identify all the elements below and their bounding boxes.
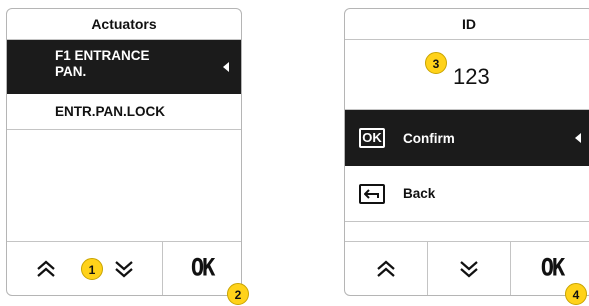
scroll-up-button[interactable] — [345, 242, 427, 295]
ok-button-label: OK — [540, 254, 565, 283]
id-value[interactable]: 123 — [453, 64, 490, 90]
callout-badge: 1 — [81, 258, 103, 280]
back-arrow-icon — [359, 183, 385, 204]
chevron-double-down-icon — [460, 260, 478, 277]
scroll-down-button[interactable] — [427, 242, 510, 295]
footer-toolbar: OK — [345, 241, 589, 295]
chevron-double-up-icon — [37, 260, 55, 277]
callout-badge: 3 — [425, 52, 447, 74]
scroll-up-button[interactable] — [7, 242, 85, 295]
list-item-label: F1 ENTRANCE PAN. — [55, 48, 150, 79]
screen-title: ID — [345, 9, 589, 40]
list-item-f1-entrance-pan[interactable]: F1 ENTRANCE PAN. — [7, 40, 241, 94]
chevron-double-down-icon — [114, 260, 133, 277]
confirm-label: Confirm — [403, 130, 455, 146]
ok-box-icon: OK — [359, 128, 385, 148]
callout-badge: 2 — [227, 283, 249, 305]
back-label: Back — [403, 186, 436, 201]
screen-title: Actuators — [7, 9, 241, 40]
id-value-area: 123 — [345, 40, 589, 110]
caret-left-icon — [223, 62, 229, 72]
list-item-label: ENTR.PAN.LOCK — [55, 104, 165, 119]
list-item-entr-pan-lock[interactable]: ENTR.PAN.LOCK — [7, 94, 241, 130]
footer-toolbar: OK — [7, 241, 241, 295]
id-screen: ID 123 OK Confirm Back OK — [344, 8, 589, 296]
confirm-button[interactable]: OK Confirm — [345, 110, 589, 166]
callout-badge: 4 — [565, 283, 587, 305]
ok-button-label: OK — [190, 254, 215, 283]
caret-left-icon — [575, 133, 581, 143]
back-button[interactable]: Back — [345, 166, 589, 222]
chevron-double-up-icon — [377, 260, 395, 277]
actuators-screen: Actuators F1 ENTRANCE PAN. ENTR.PAN.LOCK… — [6, 8, 242, 296]
